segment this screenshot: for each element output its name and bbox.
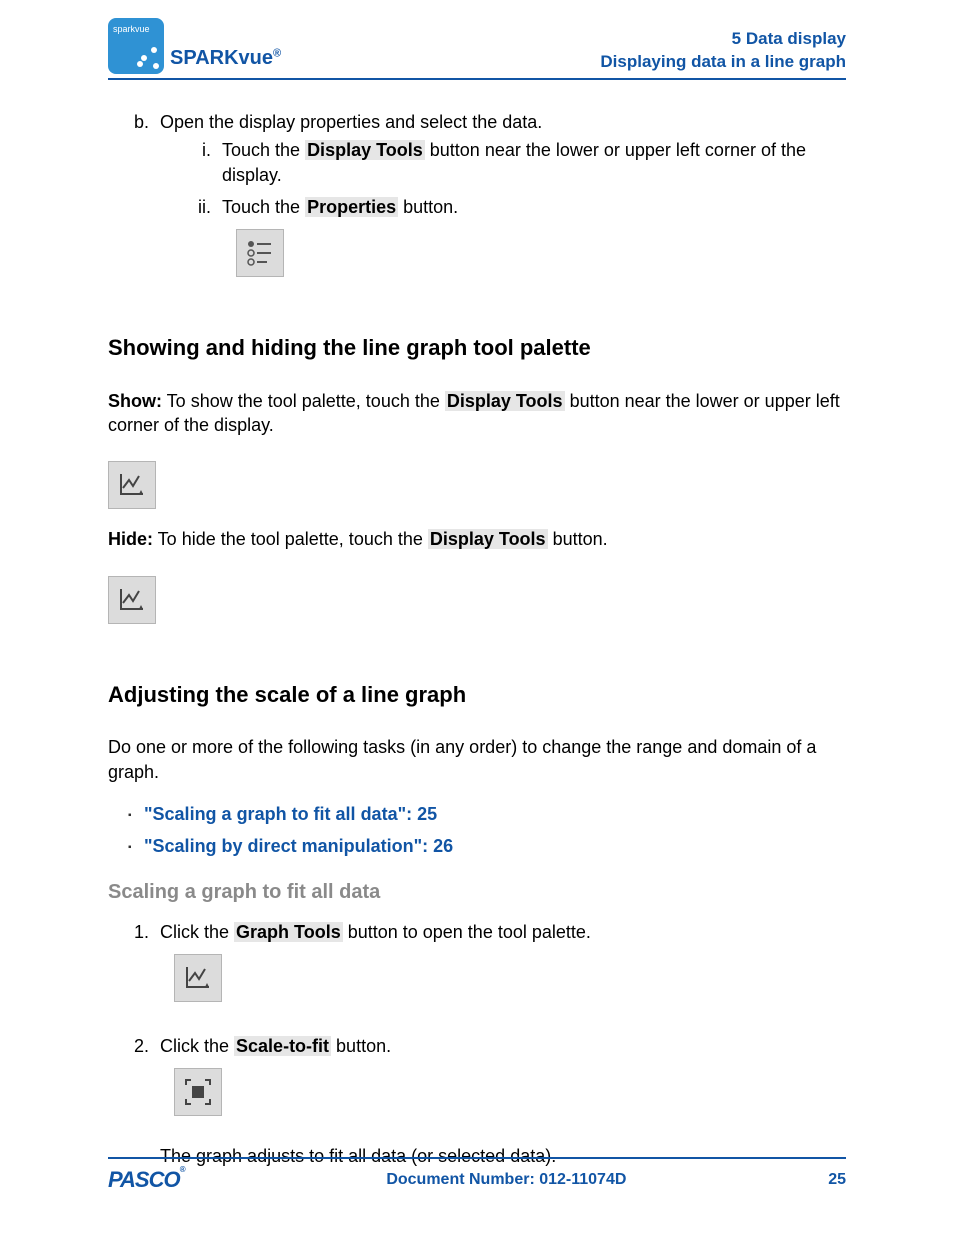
s1-post: button to open the tool palette. bbox=[343, 922, 591, 942]
header-titles: 5 Data display Displaying data in a line… bbox=[600, 28, 846, 74]
adjust-intro: Do one or more of the following tasks (i… bbox=[108, 735, 846, 784]
scaling-steps: Click the Graph Tools button to open the… bbox=[108, 920, 846, 1169]
s2-pre: Click the bbox=[160, 1036, 234, 1056]
display-tools-label-3: Display Tools bbox=[428, 529, 548, 549]
brand-name: SPARKvue® bbox=[170, 45, 281, 74]
substep-list: Open the display properties and select t… bbox=[108, 110, 846, 295]
xref-list: "Scaling a graph to fit all data": 25 "S… bbox=[108, 802, 846, 859]
step-b-ii: Touch the Properties button. bbox=[216, 195, 846, 295]
hide-post: button. bbox=[548, 529, 608, 549]
sparkvue-logo-icon: sparkvue bbox=[108, 18, 164, 74]
scaling-step-2: Click the Scale-to-fit button. The graph… bbox=[154, 1034, 846, 1169]
s1-pre: Click the bbox=[160, 922, 234, 942]
section-adjust-scale-title: Adjusting the scale of a line graph bbox=[108, 680, 846, 710]
step-b-sublist: Touch the Display Tools button near the … bbox=[160, 138, 846, 295]
step-b-i-pre: Touch the bbox=[222, 140, 305, 160]
page-number: 25 bbox=[828, 1169, 846, 1191]
pasco-logo: PASCO® bbox=[108, 1165, 185, 1195]
step-b-i: Touch the Display Tools button near the … bbox=[216, 138, 846, 187]
xref-link-scaling-direct[interactable]: "Scaling by direct manipulation": 26 bbox=[144, 836, 453, 856]
scale-to-fit-icon bbox=[174, 1068, 222, 1116]
page-footer: PASCO® Document Number: 012-11074D 25 bbox=[108, 1157, 846, 1195]
display-tools-label-2: Display Tools bbox=[445, 391, 565, 411]
graph-tools-icon-3 bbox=[174, 954, 222, 1002]
xref-link-scaling-fit[interactable]: "Scaling a graph to fit all data": 25 bbox=[144, 804, 437, 824]
chapter-title: 5 Data display bbox=[600, 28, 846, 51]
graph-tools-icon bbox=[108, 461, 156, 509]
scaling-step-1: Click the Graph Tools button to open the… bbox=[154, 920, 846, 1020]
s2-post: button. bbox=[331, 1036, 391, 1056]
pasco-logo-text: PASCO bbox=[108, 1167, 180, 1192]
hide-label: Hide: bbox=[108, 529, 153, 549]
properties-icon bbox=[236, 229, 284, 277]
step-b-text: Open the display properties and select t… bbox=[160, 112, 542, 132]
section-show-hide-title: Showing and hiding the line graph tool p… bbox=[108, 333, 846, 363]
brand-name-text: SPARKvue bbox=[170, 47, 273, 69]
show-label: Show: bbox=[108, 391, 162, 411]
show-paragraph: Show: To show the tool palette, touch th… bbox=[108, 389, 846, 438]
brand-sup: ® bbox=[273, 47, 281, 59]
xref-item-1: "Scaling a graph to fit all data": 25 bbox=[128, 802, 846, 826]
hide-pre: To hide the tool palette, touch the bbox=[153, 529, 428, 549]
properties-label: Properties bbox=[305, 197, 398, 217]
display-tools-label: Display Tools bbox=[305, 140, 425, 160]
subsection-scaling-fit: Scaling a graph to fit all data bbox=[108, 879, 846, 906]
step-b-ii-pre: Touch the bbox=[222, 197, 305, 217]
page-header: sparkvue SPARKvue® 5 Data display Displa… bbox=[108, 18, 846, 80]
graph-tools-label: Graph Tools bbox=[234, 922, 343, 942]
page-content: Open the display properties and select t… bbox=[108, 110, 846, 1169]
hide-paragraph: Hide: To hide the tool palette, touch th… bbox=[108, 527, 846, 551]
show-pre: To show the tool palette, touch the bbox=[162, 391, 445, 411]
document-number: Document Number: 012-11074D bbox=[386, 1169, 626, 1191]
scale-to-fit-label: Scale-to-fit bbox=[234, 1036, 331, 1056]
logo-text: sparkvue bbox=[113, 24, 150, 34]
step-b-ii-post: button. bbox=[398, 197, 458, 217]
step-b: Open the display properties and select t… bbox=[154, 110, 846, 295]
brand-block: sparkvue SPARKvue® bbox=[108, 18, 281, 74]
graph-tools-icon-2 bbox=[108, 576, 156, 624]
section-title: Displaying data in a line graph bbox=[600, 51, 846, 74]
xref-item-2: "Scaling by direct manipulation": 26 bbox=[128, 834, 846, 858]
